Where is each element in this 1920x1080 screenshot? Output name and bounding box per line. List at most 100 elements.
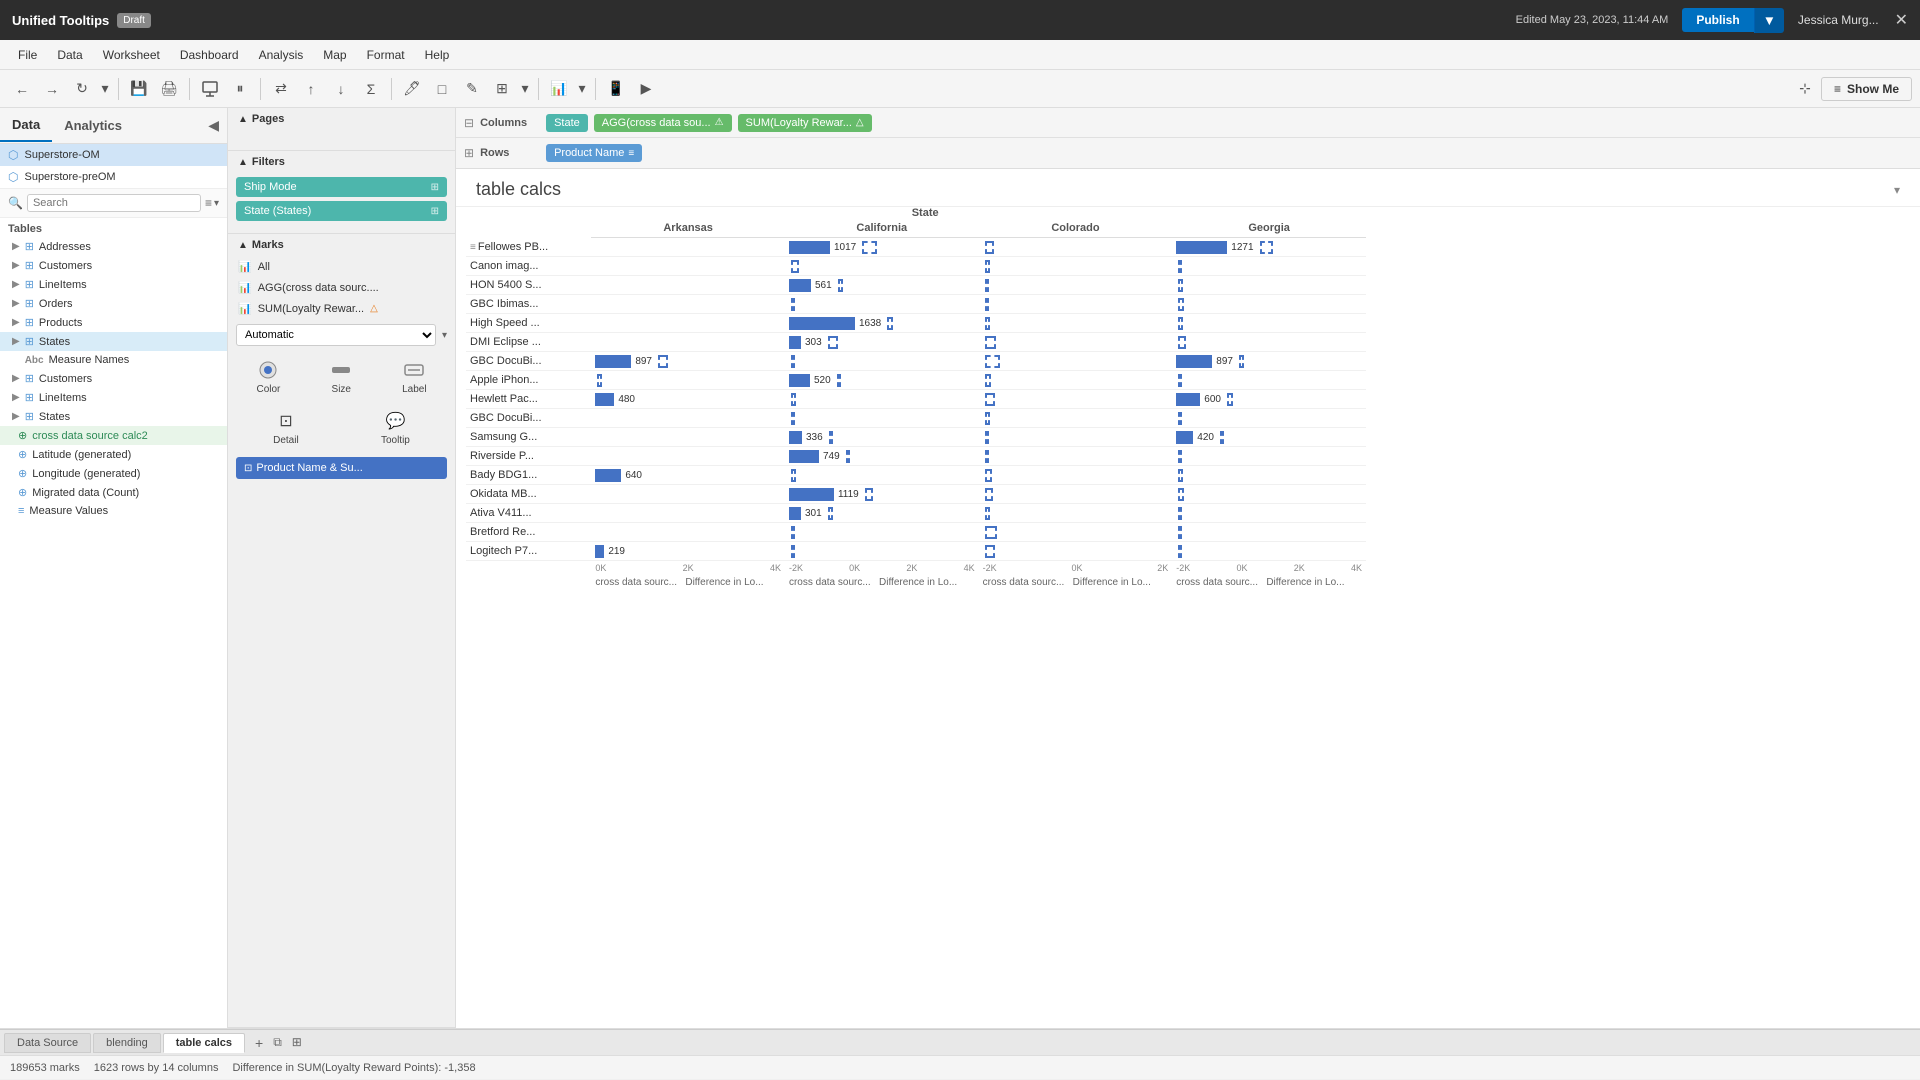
tab-table-calcs[interactable]: table calcs <box>163 1033 245 1053</box>
tooltip-button[interactable]: □ <box>428 75 456 103</box>
redo-dropdown-button[interactable]: ▾ <box>98 75 112 103</box>
sidebar-item-customers-2[interactable]: ▶ ⊞ Customers <box>0 369 227 388</box>
color-button[interactable]: Color <box>250 355 286 398</box>
forward-button[interactable]: → <box>38 75 66 103</box>
menu-format[interactable]: Format <box>357 44 415 66</box>
menu-worksheet[interactable]: Worksheet <box>93 44 170 66</box>
bar-cell <box>1172 542 1366 561</box>
detail-button[interactable]: ⊡ Detail <box>267 406 305 449</box>
search-input[interactable] <box>27 194 201 212</box>
marks-agg-row[interactable]: 📊 AGG(cross data sourc.... <box>228 277 455 298</box>
filter-icon[interactable]: ≡ <box>205 196 212 210</box>
show-me-label: Show Me <box>1847 82 1899 96</box>
column-pill-sum[interactable]: SUM(Loyalty Rewar... △ <box>738 114 872 132</box>
sidebar-item-orders[interactable]: ▶ ⊞ Orders <box>0 294 227 313</box>
menu-file[interactable]: File <box>8 44 47 66</box>
save-button[interactable]: 💾 <box>125 75 153 103</box>
publish-dropdown-button[interactable]: ▼ <box>1754 8 1784 33</box>
dropdown-icon[interactable]: ▾ <box>214 198 219 209</box>
label-button[interactable]: Label <box>396 355 432 398</box>
table-icon: ⊞ <box>25 259 34 272</box>
size-button[interactable]: ⊞ <box>488 75 516 103</box>
item-label: Customers <box>39 373 92 385</box>
bar-cell: 1119 <box>785 485 979 504</box>
print-button[interactable]: 🖨 <box>155 75 183 103</box>
sidebar-item-cross-data[interactable]: ⊕ cross data source calc2 <box>0 426 227 445</box>
collapse-sidebar-button[interactable]: ◀ <box>208 117 219 134</box>
title-bar-close[interactable]: ✕ <box>1895 10 1908 30</box>
presentation-button[interactable]: ▶ <box>632 75 660 103</box>
size-dropdown[interactable]: ▾ <box>518 75 532 103</box>
product-name-cell: DMI Eclipse ... <box>466 333 591 352</box>
row-pill-product[interactable]: Product Name ≡ <box>546 144 642 162</box>
column-pill-state[interactable]: State <box>546 114 588 132</box>
expand-icon: ▶ <box>12 241 20 252</box>
menu-help[interactable]: Help <box>415 44 460 66</box>
chart-type-dropdown[interactable]: ▾ <box>575 75 589 103</box>
viz-title-dropdown[interactable]: ▾ <box>1894 183 1900 197</box>
bar-cell: 600 <box>1172 390 1366 409</box>
marks-header[interactable]: ▲ Marks <box>228 234 455 256</box>
marks-type-dropdown[interactable]: ▾ <box>442 330 447 341</box>
redo-button[interactable]: ↻ <box>68 75 96 103</box>
highlight-button[interactable]: 🖊 <box>398 75 426 103</box>
sum-pill-label: SUM(Loyalty Rewar... <box>746 117 852 129</box>
device-button[interactable]: 📱 <box>602 75 630 103</box>
column-pill-agg[interactable]: AGG(cross data sou... ⚠ <box>594 114 732 132</box>
tab-data-source[interactable]: Data Source <box>4 1033 91 1053</box>
sidebar-item-customers[interactable]: ▶ ⊞ Customers <box>0 256 227 275</box>
bar-cell: 303 <box>785 333 979 352</box>
filter-pill-state[interactable]: State (States) ⊞ <box>236 201 447 221</box>
sidebar-item-products[interactable]: ▶ ⊞ Products <box>0 313 227 332</box>
datasource-superstore-om[interactable]: ⬡ Superstore-OM <box>0 144 227 166</box>
sidebar-item-longitude[interactable]: ⊕ Longitude (generated) <box>0 464 227 483</box>
user-label[interactable]: Jessica Murg... <box>1798 13 1879 27</box>
menu-dashboard[interactable]: Dashboard <box>170 44 249 66</box>
annotation-button[interactable]: ✎ <box>458 75 486 103</box>
sum-button[interactable]: Σ <box>357 75 385 103</box>
filter-pill-shipmode[interactable]: Ship Mode ⊞ <box>236 177 447 197</box>
marks-type-select[interactable]: Automatic Bar Line Area <box>236 324 436 346</box>
new-datasource-button[interactable] <box>196 75 224 103</box>
sort-desc-button[interactable]: ↓ <box>327 75 355 103</box>
data-tab[interactable]: Data <box>0 109 52 142</box>
analytics-tab[interactable]: Analytics <box>52 110 134 141</box>
pause-button[interactable]: ⏸ <box>226 75 254 103</box>
menu-map[interactable]: Map <box>313 44 356 66</box>
size-button[interactable]: Size <box>323 355 359 398</box>
pages-header[interactable]: ▲ Pages <box>228 108 455 130</box>
back-button[interactable]: ← <box>8 75 36 103</box>
geo-icon: ⊕ <box>18 467 27 480</box>
sidebar-item-lineitems[interactable]: ▶ ⊞ LineItems <box>0 275 227 294</box>
datasource-superstore-preom[interactable]: ⬡ Superstore-preOM <box>0 166 227 188</box>
marks-all-row[interactable]: 📊 All <box>228 256 455 277</box>
sidebar-item-migrated-data[interactable]: ⊕ Migrated data (Count) <box>0 483 227 502</box>
pointer-button[interactable]: ⊹ <box>1791 75 1819 103</box>
menu-data[interactable]: Data <box>47 44 92 66</box>
sidebar-item-states-2[interactable]: ▶ ⊞ States <box>0 407 227 426</box>
sidebar-item-lineitems-2[interactable]: ▶ ⊞ LineItems <box>0 388 227 407</box>
sidebar-item-addresses[interactable]: ▶ ⊞ Addresses <box>0 237 227 256</box>
sort-asc-button[interactable]: ↑ <box>297 75 325 103</box>
sidebar-item-measure-values[interactable]: ≡ Measure Values <box>0 502 227 520</box>
publish-button[interactable]: Publish <box>1682 8 1753 32</box>
swap-button[interactable]: ⇄ <box>267 75 295 103</box>
menu-analysis[interactable]: Analysis <box>249 44 314 66</box>
rows-icon: ⊞ <box>464 146 474 160</box>
chart-type-button[interactable]: 📊 <box>545 75 573 103</box>
add-sheet-icon[interactable]: + <box>251 1033 267 1053</box>
detail-pill[interactable]: ⊡ Product Name & Su... <box>236 457 447 479</box>
sidebar-item-states[interactable]: ▶ ⊞ States <box>0 332 227 351</box>
show-me-button[interactable]: ≡ Show Me <box>1821 77 1912 101</box>
chart-scroll[interactable]: State Arkansas California Colorado Georg… <box>456 207 1920 590</box>
duplicate-icon[interactable]: ⧉ <box>269 1033 286 1053</box>
sidebar-item-measure-names[interactable]: ▶ Abc Measure Names <box>0 351 227 369</box>
tooltip-button-marks[interactable]: 💬 Tooltip <box>375 406 416 449</box>
filters-header[interactable]: ▲ Filters <box>228 151 455 173</box>
bar-cell <box>979 466 1173 485</box>
sheet-more-icon[interactable]: ⊞ <box>288 1033 306 1053</box>
marks-sum-row[interactable]: 📊 SUM(Loyalty Rewar... △ <box>228 298 455 319</box>
bar-cell <box>591 276 785 295</box>
sidebar-item-latitude[interactable]: ⊕ Latitude (generated) <box>0 445 227 464</box>
tab-blending[interactable]: blending <box>93 1033 161 1053</box>
